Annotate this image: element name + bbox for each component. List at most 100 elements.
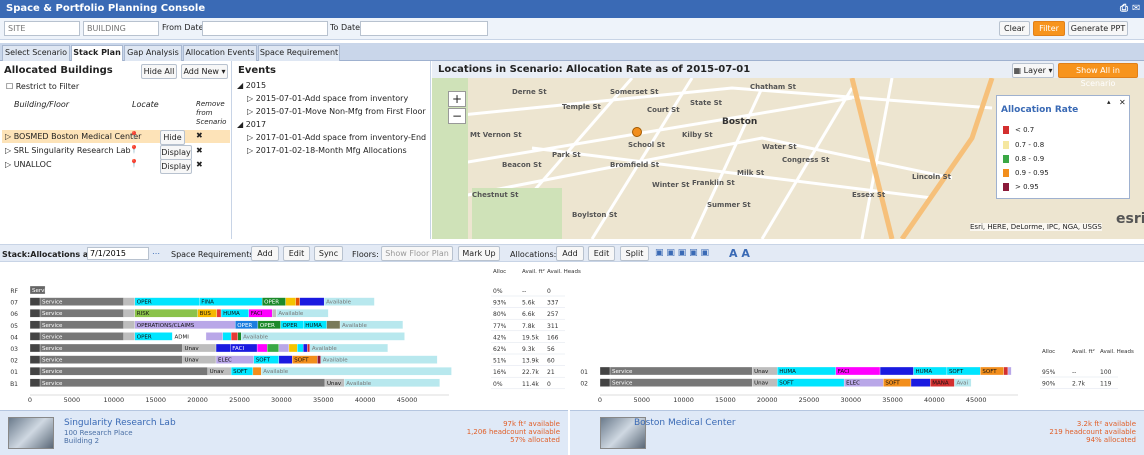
close-icon[interactable]: ✕ — [1119, 98, 1126, 107]
street-label: Kilby St — [682, 131, 713, 139]
print-icon[interactable]: ⎙ — [1120, 3, 1128, 14]
display-button[interactable]: Display — [160, 145, 192, 160]
restrict-filter-checkbox[interactable]: ☐ Restrict to Filter — [6, 82, 79, 91]
building-card-bmc[interactable]: Boston Medical Center 3.2k ft² available… — [570, 410, 1144, 455]
hide-all-button[interactable]: Hide All — [141, 64, 177, 79]
tab-stack-plan[interactable]: Stack Plan — [71, 45, 123, 61]
space-req-add-button[interactable]: Add — [251, 246, 279, 261]
show-floor-plan-button[interactable]: Show Floor Plan — [381, 246, 453, 261]
floors-label: Floors: — [352, 250, 379, 259]
building-row-unalloc[interactable]: ▷ UNALLOC — [5, 160, 52, 169]
alloc-add-button[interactable]: Add — [556, 246, 584, 261]
event-year-2015[interactable]: ◢ 2015 — [237, 81, 266, 90]
show-all-button[interactable]: Show All in Scenario — [1058, 63, 1138, 88]
segment-label: ELEC — [846, 381, 860, 387]
filter-button[interactable]: Filter — [1033, 21, 1065, 36]
alloc-edit-button[interactable]: Edit — [588, 246, 615, 261]
locate-pin-icon[interactable]: 📍 — [129, 131, 139, 140]
street-label: School St — [628, 141, 666, 149]
floor-label: 06 — [10, 311, 18, 318]
locate-pin-icon[interactable]: 📍 — [129, 159, 139, 168]
generate-ppt-button[interactable]: Generate PPT — [1068, 21, 1128, 36]
split-button[interactable]: Split — [620, 246, 649, 261]
clear-button[interactable]: Clear — [999, 21, 1030, 36]
stack-date-input[interactable] — [87, 247, 149, 260]
from-date-input[interactable] — [202, 21, 328, 36]
remove-icon[interactable]: ✖ — [196, 160, 203, 169]
segment-label: OPER — [260, 323, 275, 329]
add-new-button[interactable]: Add New ▾ — [181, 64, 228, 79]
stack-segment — [326, 320, 341, 329]
building-row-label: ▷ BOSMED Boston Medical Center — [5, 132, 142, 141]
collapse-icon[interactable]: ▴ — [1107, 98, 1111, 106]
floor-label: 07 — [10, 300, 18, 307]
site-input[interactable] — [4, 21, 80, 36]
street-label: Beacon St — [502, 161, 542, 169]
event-item[interactable]: ▷ 2017-01-02-18-Month Mfg Allocations — [247, 146, 407, 155]
hide-button[interactable]: Hide — [160, 130, 185, 145]
stack-segment — [222, 332, 232, 341]
calendar-icon[interactable]: ⋯ — [152, 249, 160, 258]
alloc-value: 0% — [493, 288, 503, 295]
stack-segment — [123, 297, 135, 306]
x-tick-label: 35000 — [313, 396, 334, 404]
sync-button[interactable]: Sync — [314, 246, 343, 261]
avail-heads-value: 21 — [547, 369, 555, 376]
stack-segment — [307, 343, 311, 353]
zoom-out-button[interactable]: − — [448, 108, 466, 124]
stat-heads: 1,206 headcount available — [466, 428, 560, 436]
stack-segment — [317, 355, 321, 364]
display-button[interactable]: Display — [160, 159, 192, 174]
locate-pin-icon[interactable]: 📍 — [129, 145, 139, 154]
segment-label: FINA — [201, 300, 214, 306]
mark-up-button[interactable]: Mark Up — [458, 246, 500, 261]
stack-segment — [299, 297, 325, 306]
year-label: 2015 — [245, 81, 267, 90]
building-input[interactable] — [83, 21, 159, 36]
segment-label: Unav — [327, 381, 342, 387]
year-label: 2017 — [245, 120, 267, 129]
x-tick-label: 20000 — [757, 396, 778, 404]
layer-button[interactable]: ▦ Layer ▾ — [1012, 63, 1054, 78]
building-row-srl[interactable]: ▷ SRL Singularity Research Lab — [5, 146, 131, 155]
col-building: Building/Floor — [14, 100, 70, 109]
stack-segment — [205, 332, 223, 341]
building-card-srl[interactable]: Singularity Research Lab 100 Research Pl… — [0, 410, 568, 455]
stack-segment — [29, 378, 41, 387]
tab-gap-analysis[interactable]: Gap Analysis — [124, 45, 182, 61]
tab-select-scenario[interactable]: Select Scenario — [2, 45, 70, 61]
segment-label: FACI — [838, 369, 850, 375]
stack-segment — [303, 343, 308, 353]
segment-label: Available — [278, 311, 304, 317]
events-panel: Events ◢ 2015 ▷ 2015-07-01-Add space fro… — [233, 61, 431, 239]
tab-space-requirement[interactable]: Space Requirement — [258, 45, 340, 61]
allocated-title: Allocated Buildings — [4, 65, 113, 76]
to-date-input[interactable] — [360, 21, 488, 36]
event-item[interactable]: ▷ 2015-07-01-Move Non-Mfg from First Flo… — [247, 107, 426, 116]
event-year-2017[interactable]: ◢ 2017 — [237, 120, 266, 129]
street-label: Park St — [552, 151, 581, 159]
location-marker[interactable] — [632, 127, 642, 137]
event-item[interactable]: ▷ 2017-01-01-Add space from inventory-En… — [247, 133, 426, 142]
tab-allocation-events[interactable]: Allocation Events — [183, 45, 257, 61]
stat-header: Avail. ft² — [1072, 348, 1095, 355]
floor-label: 02 — [10, 358, 18, 365]
segment-label: Available — [323, 358, 349, 364]
remove-icon[interactable]: ✖ — [196, 146, 203, 155]
email-icon[interactable]: ✉ — [1132, 3, 1140, 14]
building-name: SRL Singularity Research Lab — [13, 146, 131, 155]
remove-icon[interactable]: ✖ — [196, 131, 203, 140]
legend-swatch — [1003, 126, 1009, 134]
x-tick-label: 0 — [28, 396, 32, 404]
event-item[interactable]: ▷ 2015-07-01-Add space from inventory — [247, 94, 408, 103]
stat-header: Alloc — [1042, 349, 1055, 355]
segment-label: Available — [342, 323, 368, 329]
segment-label: SOFT — [885, 381, 900, 387]
stat-area: 97k ft² available — [503, 420, 560, 428]
stat-header: Avail. ft² — [522, 268, 545, 275]
font-size-icon[interactable]: A A — [729, 247, 750, 260]
zoom-in-button[interactable]: + — [448, 91, 466, 107]
app-title: Space & Portfolio Planning Console — [6, 3, 206, 14]
space-req-edit-button[interactable]: Edit — [283, 246, 310, 261]
view-icons[interactable]: ▣ ▣ ▣ ▣ ▣ — [655, 248, 709, 258]
